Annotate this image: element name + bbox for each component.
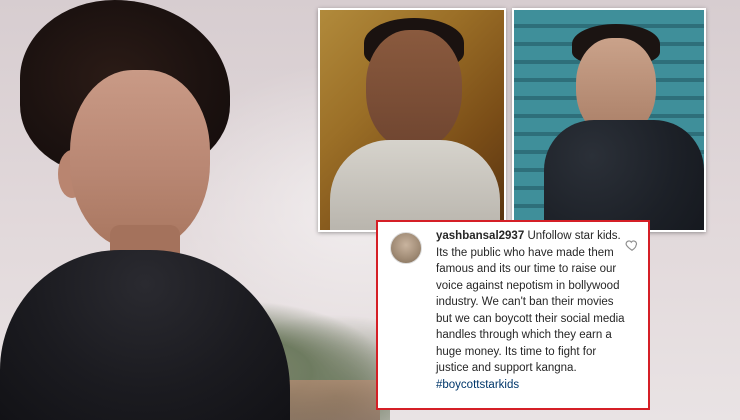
user-avatar[interactable]	[390, 232, 422, 264]
shirt	[544, 120, 704, 230]
main-person-photo	[0, 0, 300, 420]
comment-hashtag[interactable]: #boycottstarkids	[436, 379, 519, 391]
actor-photo-right	[512, 8, 706, 232]
actor-photo-left	[318, 8, 506, 232]
hoodie	[0, 250, 290, 420]
face	[70, 70, 210, 250]
comment-username[interactable]: yashbansal2937	[436, 230, 524, 242]
comment-body: Unfollow star kids. Its the public who h…	[436, 230, 625, 374]
heart-icon[interactable]	[625, 238, 639, 252]
face	[366, 30, 462, 150]
jacket	[330, 140, 500, 230]
comment-text-block: yashbansal2937 Unfollow star kids. Its t…	[436, 228, 626, 393]
instagram-comment-card: yashbansal2937 Unfollow star kids. Its t…	[376, 220, 650, 410]
